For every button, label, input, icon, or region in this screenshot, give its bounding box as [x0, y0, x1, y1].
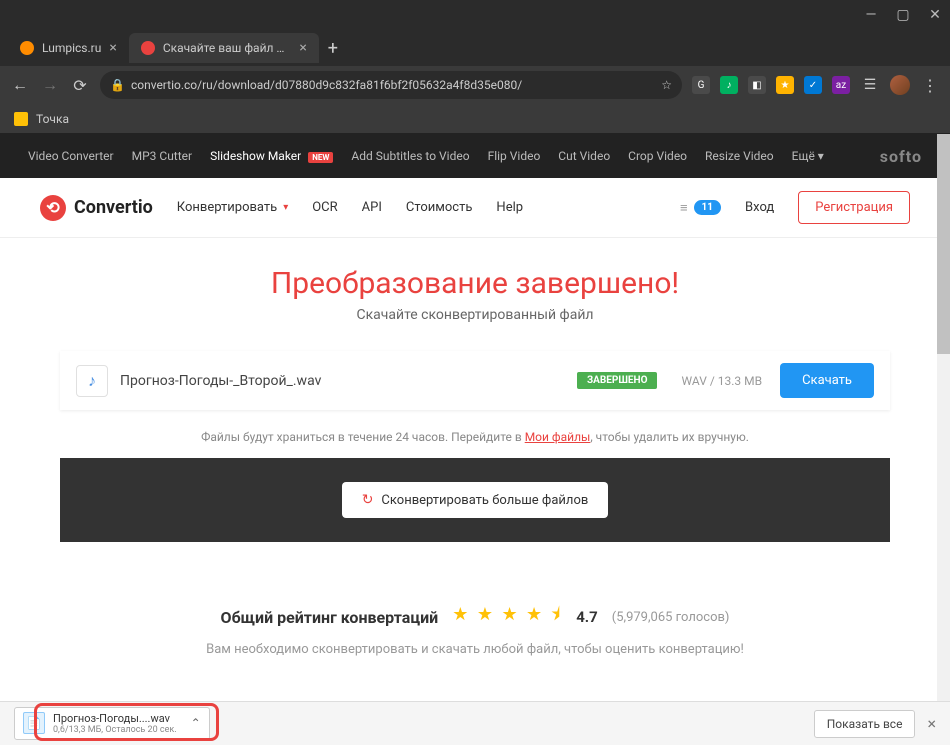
top-nav-item[interactable]: Cut Video [558, 149, 610, 163]
profile-avatar[interactable] [890, 75, 910, 95]
hero-section: Преобразование завершено! Скачайте сконв… [0, 238, 950, 337]
rating-stars[interactable]: ★ ★ ★ ★ ⯨ [452, 602, 562, 632]
close-icon[interactable]: × [299, 40, 306, 56]
top-nav-item[interactable]: MP3 Cutter [132, 149, 192, 163]
site-top-nav: Video Converter MP3 Cutter Slideshow Mak… [0, 134, 950, 178]
window-close[interactable]: ✕ [928, 8, 942, 22]
file-result-card: ♪ Прогноз-Погоды-_Второй_.wav ЗАВЕРШЕНО … [60, 351, 890, 410]
nav-price[interactable]: Стоимость [406, 200, 473, 215]
extension-icon[interactable]: ★ [776, 76, 794, 94]
download-item[interactable]: 📄 Прогноз-Погоды....wav 0,6/13,3 МБ, Ост… [14, 707, 210, 741]
menu-button[interactable]: ⋮ [920, 76, 940, 95]
url-field[interactable]: 🔒 convertio.co/ru/download/d07880d9c832f… [100, 71, 682, 99]
extension-icon[interactable]: az [832, 76, 850, 94]
logo-icon: ⟲ [40, 195, 66, 221]
scrollbar[interactable] [937, 134, 950, 701]
file-name: Прогноз-Погоды-_Второй_.wav [120, 373, 577, 389]
bookmark-favicon-icon [14, 112, 28, 126]
favicon-icon [20, 41, 34, 55]
close-icon[interactable]: × [109, 40, 116, 56]
rating-count: (5,979,065 голосов) [612, 610, 730, 625]
reading-list-icon[interactable]: ☰ [860, 77, 880, 93]
tab-title: Lumpics.ru [42, 41, 101, 55]
download-progress: 0,6/13,3 МБ, Осталось 20 сек. [53, 725, 177, 736]
top-nav-item[interactable]: Flip Video [488, 149, 541, 163]
page-content: Video Converter MP3 Cutter Slideshow Mak… [0, 134, 950, 701]
window-maximize[interactable]: ▢ [896, 8, 910, 22]
reload-button[interactable]: ⟳ [70, 76, 90, 95]
extension-icon[interactable]: ♪ [720, 76, 738, 94]
url-text: convertio.co/ru/download/d07880d9c832fa8… [131, 78, 522, 92]
scrollbar-thumb[interactable] [937, 134, 950, 354]
nav-api[interactable]: API [362, 200, 382, 215]
status-badge: ЗАВЕРШЕНО [577, 372, 658, 389]
top-nav-item[interactable]: Slideshow Maker NEW [210, 149, 333, 163]
window-minimize[interactable]: — [864, 8, 878, 22]
file-icon: 📄 [23, 712, 45, 734]
top-nav-more[interactable]: Ещё ▾ [792, 149, 824, 163]
nav-ocr[interactable]: OCR [312, 200, 337, 215]
count-badge: 11 [694, 200, 721, 215]
softo-logo[interactable]: softo [880, 147, 922, 166]
conversion-counter[interactable]: ≡ 11 [680, 200, 721, 216]
main-nav: ⟲ Convertio Конвертировать OCR API Стоим… [0, 178, 950, 238]
convert-more-button[interactable]: Сконвертировать больше файлов [342, 482, 609, 518]
storage-note: Файлы будут храниться в течение 24 часов… [0, 420, 950, 458]
rating-section: Общий рейтинг конвертаций ★ ★ ★ ★ ⯨ 4.7 … [0, 542, 950, 671]
extension-icon[interactable]: ✓ [804, 76, 822, 94]
window-titlebar: — ▢ ✕ [0, 0, 950, 30]
nav-convert[interactable]: Конвертировать [177, 200, 288, 215]
new-badge: NEW [308, 152, 333, 163]
bookmark-item[interactable]: Точка [36, 112, 69, 126]
layers-icon: ≡ [680, 200, 688, 216]
bookmarks-bar: Точка [0, 104, 950, 134]
download-button[interactable]: Скачать [780, 363, 874, 398]
favicon-icon [141, 41, 155, 55]
page-title: Преобразование завершено! [0, 266, 950, 301]
rating-note: Вам необходимо сконвертировать и скачать… [0, 642, 950, 657]
tab-convertio[interactable]: Скачайте ваш файл — Convertio × [129, 33, 319, 63]
login-link[interactable]: Вход [745, 200, 774, 215]
top-nav-item[interactable]: Video Converter [28, 149, 114, 163]
browser-tabs: Lumpics.ru × Скачайте ваш файл — Convert… [0, 30, 950, 66]
extension-icon[interactable]: ◧ [748, 76, 766, 94]
top-nav-item[interactable]: Add Subtitles to Video [351, 149, 469, 163]
back-button[interactable]: ← [10, 75, 30, 95]
chevron-up-icon[interactable]: ⌃ [191, 716, 201, 730]
convertio-logo[interactable]: ⟲ Convertio [40, 195, 153, 221]
forward-button[interactable]: → [40, 75, 60, 95]
show-all-downloads[interactable]: Показать все [814, 710, 916, 738]
page-subtitle: Скачайте сконвертированный файл [0, 307, 950, 323]
nav-help[interactable]: Help [496, 200, 523, 215]
convert-more-bar: Сконвертировать больше файлов [60, 458, 890, 542]
top-nav-item[interactable]: Crop Video [628, 149, 687, 163]
extension-icon[interactable]: G [692, 76, 710, 94]
new-tab-button[interactable]: + [319, 34, 347, 62]
rating-score: 4.7 [576, 608, 598, 626]
top-nav-item[interactable]: Resize Video [705, 149, 774, 163]
star-icon[interactable]: ☆ [661, 78, 672, 92]
music-note-icon: ♪ [76, 365, 108, 397]
tab-title: Скачайте ваш файл — Convertio [163, 41, 292, 55]
close-shelf-icon[interactable]: × [927, 714, 936, 733]
address-bar: ← → ⟳ 🔒 convertio.co/ru/download/d07880d… [0, 66, 950, 104]
lock-icon: 🔒 [110, 78, 125, 92]
rating-label: Общий рейтинг конвертаций [221, 608, 439, 627]
file-info: WAV / 13.3 MB [681, 374, 762, 388]
register-button[interactable]: Регистрация [798, 191, 910, 224]
tab-lumpics[interactable]: Lumpics.ru × [8, 33, 129, 63]
download-filename: Прогноз-Погоды....wav [53, 712, 177, 725]
my-files-link[interactable]: Мои файлы [525, 430, 591, 444]
download-shelf: 📄 Прогноз-Погоды....wav 0,6/13,3 МБ, Ост… [0, 701, 950, 745]
